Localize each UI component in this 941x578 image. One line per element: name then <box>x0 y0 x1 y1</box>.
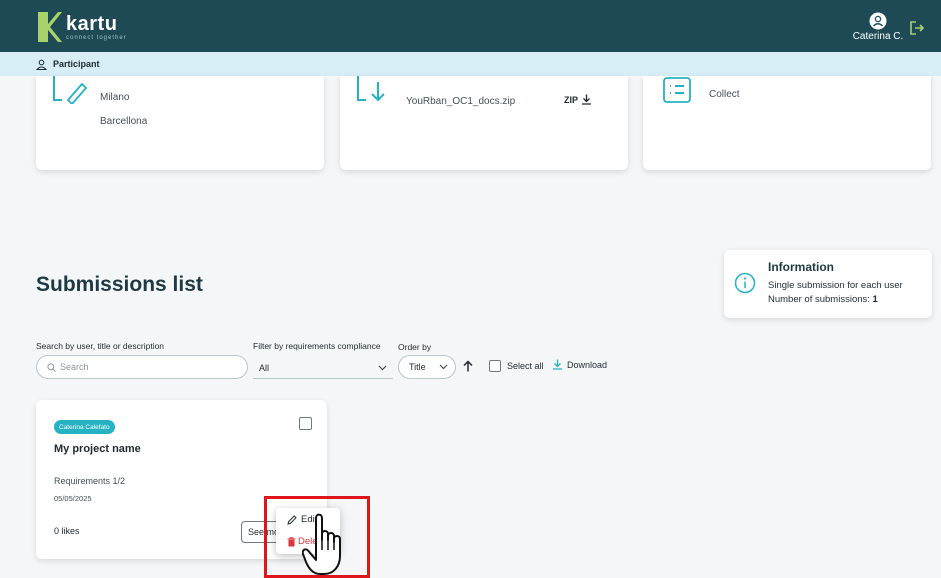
list-icon <box>663 77 691 103</box>
submission-date: 05/05/2025 <box>54 494 92 503</box>
location-item: Milano <box>100 92 130 103</box>
collect-card: Collect <box>643 76 931 170</box>
page-title: Submissions list <box>36 273 203 296</box>
info-icon <box>734 272 756 294</box>
likes-count: 0 likes <box>54 526 80 536</box>
download-button[interactable]: Download <box>552 359 607 370</box>
select-all-checkbox[interactable] <box>489 360 501 372</box>
zip-label: ZIP <box>564 94 579 105</box>
search-label: Search by user, title or description <box>36 341 165 351</box>
edit-locations-icon <box>53 76 88 104</box>
hand-pointer-icon <box>302 513 341 575</box>
user-avatar-icon <box>869 12 887 30</box>
order-value: Title <box>409 362 426 372</box>
project-name: My project name <box>54 443 141 455</box>
download-label: Download <box>567 359 608 370</box>
order-by-select[interactable]: Title <box>398 355 456 379</box>
zip-download-button[interactable]: ZIP <box>564 94 592 105</box>
kartu-logo[interactable]: kartu connect together <box>36 10 127 44</box>
logo-mark-icon <box>38 12 62 42</box>
sort-ascending-icon[interactable] <box>463 360 473 372</box>
card-select-checkbox[interactable] <box>299 417 312 430</box>
app-header: kartu connect together Caterina C. <box>0 0 941 56</box>
requirements-status: Requirements 1/2 <box>54 476 126 486</box>
logo-text: kartu <box>66 12 118 35</box>
document-file-name: YouRban_OC1_docs.zip <box>406 96 516 107</box>
location-item: Barcellona <box>100 116 148 127</box>
user-menu[interactable]: Caterina C. <box>852 12 904 43</box>
chevron-down-icon <box>378 365 387 370</box>
collect-label: Collect <box>709 89 740 100</box>
documents-card: YouRban_OC1_docs.zip ZIP <box>340 76 628 170</box>
download-doc-icon <box>357 76 385 102</box>
select-all-label: Select all <box>507 361 544 371</box>
locations-card: Milano Barcellona <box>36 76 324 170</box>
info-title: Information <box>768 260 834 274</box>
download-icon <box>582 94 592 105</box>
information-panel: Information Single submission for each u… <box>724 250 932 318</box>
submissions-count: Number of submissions: 1 <box>768 294 878 305</box>
filter-value: All <box>259 362 270 373</box>
download-icon <box>553 359 562 370</box>
search-icon <box>47 362 56 372</box>
chevron-down-icon <box>439 364 448 370</box>
user-name: Caterina C. <box>852 31 904 42</box>
author-badge: Caterina Calefato <box>54 420 115 434</box>
select-all-toggle[interactable]: Select all <box>489 360 544 372</box>
role-label: Participant <box>53 59 100 69</box>
order-label: Order by <box>398 342 432 352</box>
logout-icon[interactable] <box>909 20 925 36</box>
search-input[interactable] <box>60 362 230 372</box>
user-icon <box>36 59 47 70</box>
filter-label: Filter by requirements compliance <box>253 341 381 351</box>
logo-tagline: connect together <box>66 34 127 41</box>
role-bar: Participant <box>0 52 941 76</box>
requirements-filter-select[interactable]: All <box>253 357 393 379</box>
search-field[interactable] <box>36 355 248 379</box>
info-text: Single submission for each user <box>768 280 903 291</box>
